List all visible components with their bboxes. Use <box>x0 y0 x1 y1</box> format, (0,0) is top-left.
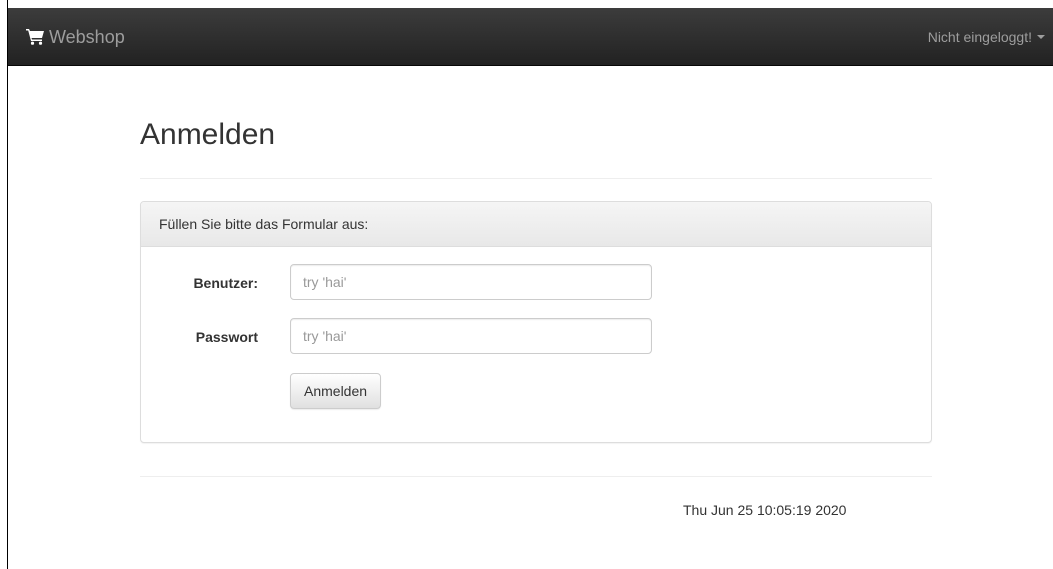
footer-timestamp: Thu Jun 25 10:05:19 2020 <box>683 502 847 518</box>
window-left-edge <box>0 0 8 569</box>
shopping-cart-icon <box>26 29 44 45</box>
title-divider <box>140 178 932 179</box>
page-title: Anmelden <box>140 118 276 151</box>
username-label: Benutzer: <box>193 275 258 291</box>
top-navbar: Webshop Nicht eingeloggt! <box>8 8 1053 66</box>
password-input[interactable] <box>290 318 652 354</box>
panel-heading-text: Füllen Sie bitte das Formular aus: <box>159 216 369 232</box>
panel-heading: Füllen Sie bitte das Formular aus: <box>141 202 931 247</box>
password-label: Passwort <box>195 329 258 345</box>
username-input[interactable] <box>290 264 652 300</box>
user-menu-label: Nicht eingeloggt! <box>927 29 1032 45</box>
user-menu-dropdown[interactable]: Nicht eingeloggt! <box>928 8 1045 66</box>
login-panel: Füllen Sie bitte das Formular aus: Benut… <box>140 201 932 443</box>
caret-down-icon <box>1037 35 1045 39</box>
brand-link[interactable]: Webshop <box>26 8 125 66</box>
footer-divider <box>140 476 932 477</box>
login-submit-button[interactable]: Anmelden <box>290 373 382 409</box>
brand-label: Webshop <box>49 26 125 47</box>
